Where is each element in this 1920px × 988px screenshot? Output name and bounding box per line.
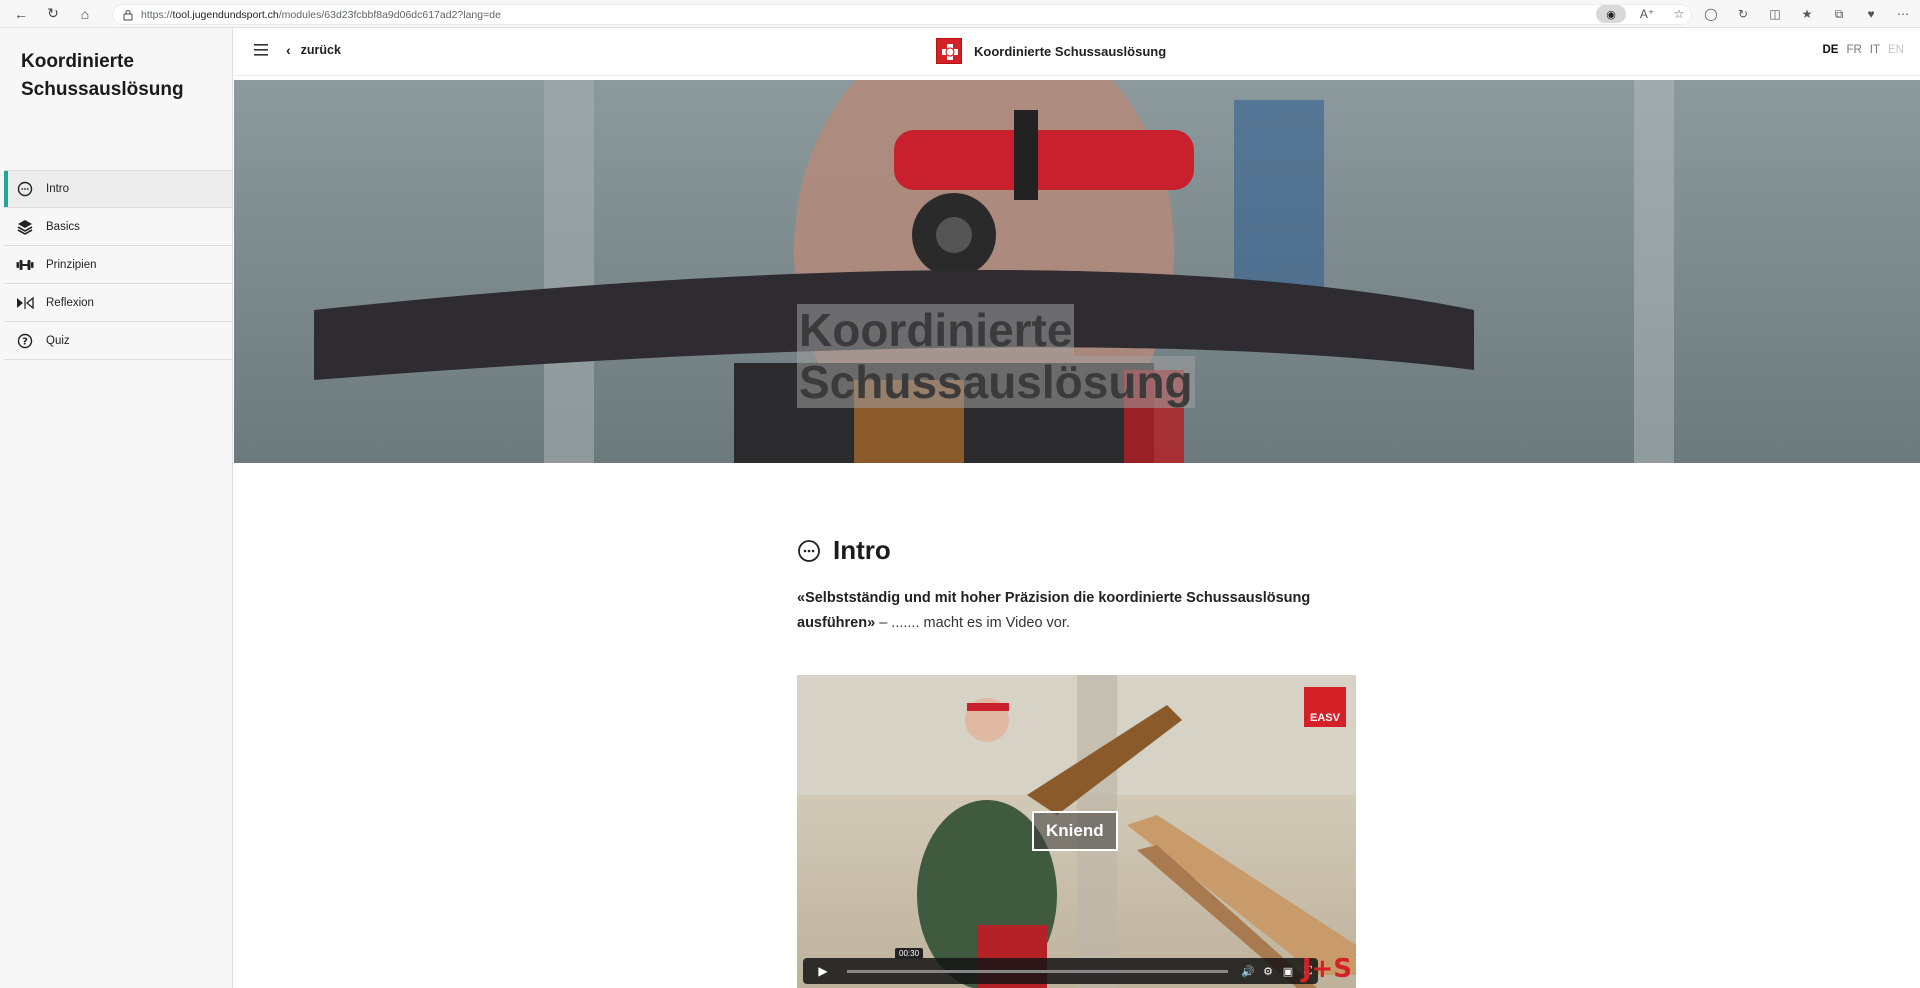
video-time: 00:30 bbox=[895, 947, 924, 959]
video-progress[interactable]: 00:30 bbox=[847, 947, 1228, 973]
sidebar-item-label: Reflexion bbox=[46, 296, 94, 309]
hero-title-line1: Koordinierte bbox=[797, 304, 1075, 356]
back-link[interactable]: ‹ zurück bbox=[286, 42, 341, 58]
hero-title-line2: Schussauslösung bbox=[797, 356, 1195, 408]
hero-title: Koordinierte Schussauslösung bbox=[797, 304, 1195, 408]
lang-it[interactable]: IT bbox=[1870, 44, 1880, 56]
picture-in-picture-icon[interactable]: ▣ bbox=[1278, 961, 1298, 981]
favorites-list-icon[interactable]: ★ bbox=[1796, 3, 1818, 25]
video-controls: ▶ 00:30 🔊 ⚙ ▣ ⛶ bbox=[803, 947, 1318, 984]
url-prefix: https:// bbox=[141, 8, 173, 21]
more-menu-icon[interactable]: ⋯ bbox=[1892, 3, 1914, 25]
home-icon[interactable]: ⌂ bbox=[74, 3, 96, 25]
sidebar-menu: Intro Basics Prinzipien Reflexion ? Quiz bbox=[4, 170, 232, 360]
lang-en: EN bbox=[1888, 44, 1904, 56]
browser-actions: ◉ A⁺ ☆ ◯ ↻ ◫ ★ ⧉ ♥ ⋯ bbox=[1596, 3, 1914, 25]
intro-rest: – ....... macht es im Video vor. bbox=[875, 615, 1070, 631]
chevron-left-icon: ‹ bbox=[286, 42, 291, 58]
top-header: ‹ zurück Koordinierte Schussauslösung DE… bbox=[234, 28, 1920, 76]
settings-gear-icon[interactable]: ⚙ bbox=[1258, 961, 1278, 981]
sidebar-title: Koordinierte Schussauslösung bbox=[21, 51, 184, 100]
chat-bubble-icon bbox=[798, 539, 820, 562]
address-bar[interactable]: https://tool.jugendundsport.ch/modules/6… bbox=[112, 4, 1692, 25]
main-content: Intro «Selbstständig und mit hoher Präzi… bbox=[797, 535, 1357, 636]
favorite-star-icon[interactable]: ☆ bbox=[1668, 3, 1690, 25]
lock-icon bbox=[123, 9, 133, 21]
section-heading: Intro bbox=[797, 535, 1357, 566]
sidebar-item-reflexion[interactable]: Reflexion bbox=[4, 284, 232, 322]
lang-de[interactable]: DE bbox=[1822, 44, 1838, 56]
collections-icon[interactable]: ⧉ bbox=[1828, 3, 1850, 25]
video-player[interactable]: EASV Kniend ▶ 00:30 🔊 ⚙ ▣ ⛶ J+S bbox=[797, 675, 1356, 988]
shooting-federation-logo bbox=[936, 38, 962, 64]
hamburger-menu-icon[interactable] bbox=[254, 44, 268, 56]
browser-toolbar: ← ↻ ⌂ https://tool.jugendundsport.ch/mod… bbox=[0, 0, 1920, 28]
url-host: tool.jugendundsport.ch bbox=[172, 8, 279, 21]
sidebar-item-label: Intro bbox=[46, 183, 70, 195]
section-title: Intro bbox=[833, 535, 891, 565]
dumbbell-icon bbox=[16, 256, 34, 274]
sidebar-item-basics[interactable]: Basics bbox=[4, 208, 232, 246]
browser-essentials-icon[interactable]: ♥ bbox=[1860, 3, 1882, 25]
sidebar: Koordinierte Schussauslösung Intro Basic… bbox=[0, 28, 233, 988]
tracking-prevention-icon[interactable]: ◉ bbox=[1596, 5, 1626, 23]
chat-bubble-icon bbox=[16, 180, 34, 198]
layers-icon bbox=[16, 218, 34, 236]
video-caption: Kniend bbox=[1032, 811, 1118, 851]
reflect-icon bbox=[16, 294, 34, 312]
language-switcher: DE FR IT EN bbox=[1822, 44, 1904, 56]
intro-text: «Selbstständig und mit hoher Präzision d… bbox=[797, 586, 1357, 636]
lang-fr[interactable]: FR bbox=[1846, 44, 1861, 56]
question-icon: ? bbox=[16, 332, 34, 350]
sidebar-item-intro[interactable]: Intro bbox=[4, 170, 232, 208]
header-title: Koordinierte Schussauslösung bbox=[974, 43, 1167, 59]
play-icon[interactable]: ▶ bbox=[809, 960, 837, 982]
volume-icon[interactable]: 🔊 bbox=[1238, 961, 1258, 981]
easv-logo: EASV bbox=[1304, 687, 1346, 727]
sidebar-item-label: Quiz bbox=[46, 334, 70, 347]
extension-icon[interactable]: ◯ bbox=[1700, 3, 1722, 25]
sidebar-item-prinzipien[interactable]: Prinzipien bbox=[4, 246, 232, 284]
sidebar-item-quiz[interactable]: ? Quiz bbox=[4, 322, 232, 360]
hero-banner: Koordinierte Schussauslösung bbox=[234, 80, 1920, 463]
refresh-extension-icon[interactable]: ↻ bbox=[1732, 3, 1754, 25]
read-aloud-icon[interactable]: A⁺ bbox=[1636, 3, 1658, 25]
back-label: zurück bbox=[300, 43, 341, 57]
url-path: /modules/63d23fcbbf8a9d06dc617ad2?lang=d… bbox=[278, 8, 501, 21]
svg-text:?: ? bbox=[22, 336, 28, 347]
split-screen-icon[interactable]: ◫ bbox=[1764, 3, 1786, 25]
js-logo: J+S bbox=[1301, 954, 1352, 984]
reload-icon[interactable]: ↻ bbox=[42, 3, 64, 25]
sidebar-item-label: Basics bbox=[46, 220, 80, 233]
back-arrow-icon[interactable]: ← bbox=[10, 3, 32, 25]
header-brand: Koordinierte Schussauslösung bbox=[936, 38, 1166, 64]
sidebar-item-label: Prinzipien bbox=[46, 258, 97, 271]
